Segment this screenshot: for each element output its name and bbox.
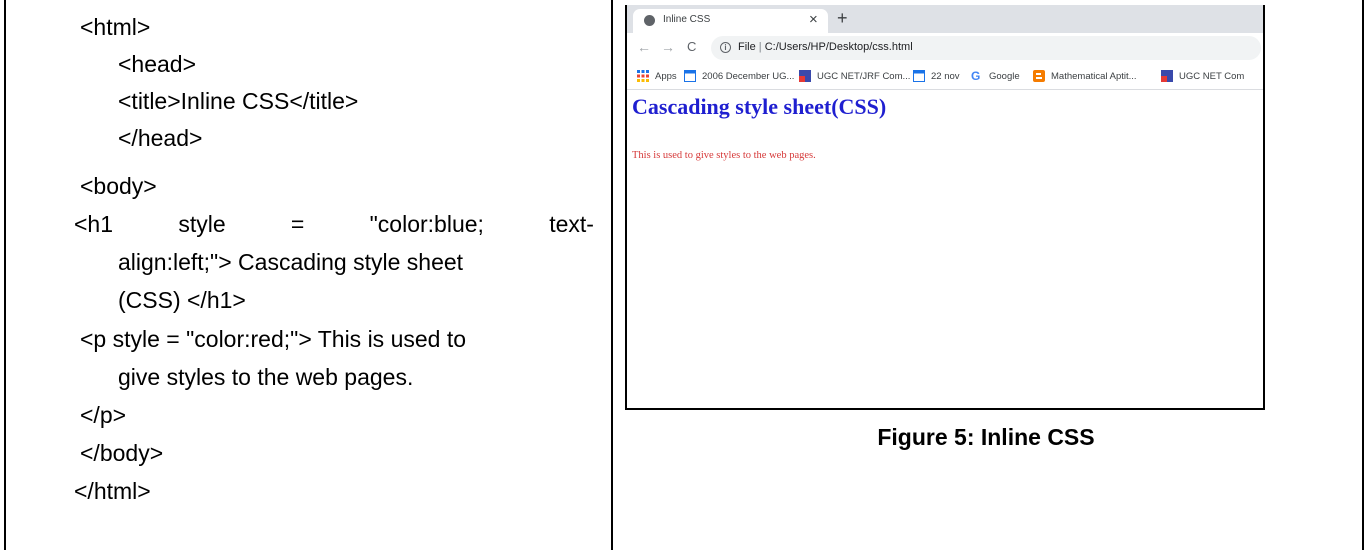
code-line-justified: <h1 style = "color:blue; text- bbox=[74, 210, 594, 238]
code-line: </head> bbox=[118, 125, 203, 151]
code-token: text- bbox=[549, 211, 594, 237]
bookmark-label: 22 nov bbox=[931, 70, 960, 82]
page-paragraph: This is used to give styles to the web p… bbox=[632, 150, 816, 161]
url-separator: | bbox=[758, 41, 762, 53]
apps-grid-icon bbox=[637, 70, 649, 82]
bookmark-item[interactable]: 2006 December UG... bbox=[684, 69, 794, 83]
close-icon[interactable]: × bbox=[809, 11, 818, 28]
tab-title: Inline CSS bbox=[663, 14, 711, 25]
code-token: = bbox=[290, 211, 305, 237]
code-line: <html> bbox=[80, 14, 151, 40]
browser-toolbar: ← → C i File | C:/Users/HP/Desktop/css.h… bbox=[627, 33, 1263, 63]
globe-icon bbox=[644, 15, 655, 26]
bookmark-item[interactable]: UGC NET/JRF Com... bbox=[799, 69, 910, 83]
code-line: <head> bbox=[118, 51, 197, 77]
bookmark-label: Apps bbox=[655, 70, 677, 82]
bookmark-item[interactable]: UGC NET Com bbox=[1161, 69, 1244, 83]
code-token: <h1 bbox=[74, 211, 114, 237]
code-token: "color:blue; bbox=[369, 211, 484, 237]
code-line: give styles to the web pages. bbox=[118, 364, 414, 390]
bookmark-item[interactable]: 22 nov bbox=[913, 69, 960, 83]
bookmark-item[interactable]: Mathematical Aptit... bbox=[1033, 69, 1137, 83]
bookmark-label: Mathematical Aptit... bbox=[1051, 70, 1137, 82]
code-line: </body> bbox=[80, 440, 164, 466]
bookmark-label: 2006 December UG... bbox=[702, 70, 795, 82]
browser-screenshot: Inline CSS × + ← → C i File | C:/Users/H… bbox=[625, 5, 1265, 410]
address-bar[interactable]: i File | C:/Users/HP/Desktop/css.html bbox=[711, 36, 1261, 60]
site-favicon bbox=[1161, 70, 1173, 82]
code-line: <body> bbox=[80, 173, 157, 199]
column-divider bbox=[611, 0, 613, 550]
url-text: C:/Users/HP/Desktop/css.html bbox=[764, 41, 913, 53]
calendar-icon bbox=[913, 70, 925, 82]
code-token: style bbox=[178, 211, 226, 237]
browser-tab[interactable]: Inline CSS × bbox=[633, 9, 828, 33]
blogger-icon bbox=[1033, 70, 1045, 82]
figure-caption: Figure 5: Inline CSS bbox=[877, 424, 1095, 450]
bookmarks-bar: Apps 2006 December UG... UGC NET/JRF Com… bbox=[627, 63, 1263, 90]
code-line: (CSS) </h1> bbox=[118, 287, 246, 313]
url-scheme: File bbox=[738, 41, 756, 53]
calendar-icon bbox=[684, 70, 696, 82]
bookmark-label: UGC NET Com bbox=[1179, 70, 1245, 82]
back-arrow-icon[interactable]: ← bbox=[637, 39, 651, 55]
bookmark-item[interactable]: G Google bbox=[971, 69, 1020, 83]
bookmark-apps[interactable]: Apps bbox=[637, 69, 677, 83]
code-line: align:left;"> Cascading style sheet bbox=[118, 249, 464, 275]
code-line: </html> bbox=[74, 478, 151, 504]
new-tab-icon[interactable]: + bbox=[837, 8, 848, 29]
info-icon[interactable]: i bbox=[720, 42, 731, 53]
bookmark-label: Google bbox=[989, 70, 1020, 82]
tab-strip: Inline CSS × + bbox=[627, 5, 1263, 33]
bookmark-label: UGC NET/JRF Com... bbox=[817, 70, 911, 82]
page-heading: Cascading style sheet(CSS) bbox=[632, 94, 887, 119]
code-line: <title>Inline CSS</title> bbox=[118, 88, 359, 114]
code-line: </p> bbox=[80, 402, 127, 428]
site-favicon bbox=[799, 70, 811, 82]
reload-icon[interactable]: C bbox=[687, 39, 696, 54]
forward-arrow-icon[interactable]: → bbox=[661, 39, 675, 55]
code-line: <p style = "color:red;"> This is used to bbox=[80, 326, 467, 352]
google-icon: G bbox=[971, 69, 981, 83]
